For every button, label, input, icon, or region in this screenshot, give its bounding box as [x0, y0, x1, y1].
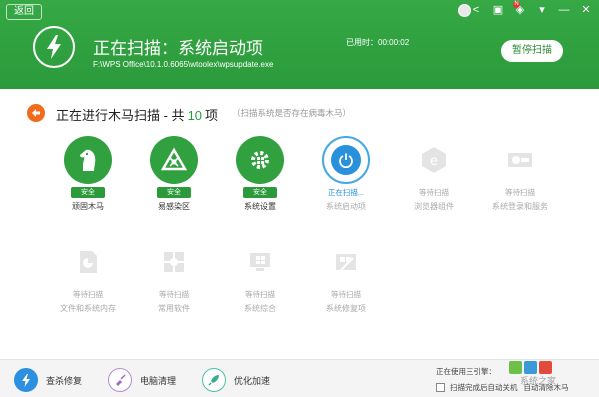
scan-path: F:\WPS Office\10.1.0.6065\wtoolex\wpsupd…	[93, 60, 274, 69]
minimize-icon[interactable]: —	[557, 3, 571, 17]
trojan-scan-icon	[27, 104, 45, 122]
status-badge: 安全	[243, 187, 277, 198]
scan-prefix: 正在进行木马扫描 - 共	[56, 108, 185, 123]
scan-suffix: 项	[205, 108, 219, 123]
tile-label: 顽固木马	[72, 202, 104, 211]
tile-system-general: 等待扫描 系统综合	[220, 238, 300, 334]
tile-label: 系统设置	[244, 202, 276, 211]
svg-text:e: e	[430, 154, 438, 169]
scan-summary: 正在进行木马扫描 - 共 10 项	[56, 105, 218, 124]
tile-files-memory: 等待扫描 文件和系统内存	[48, 238, 128, 334]
scan-header: 返回 N < ▣ ◈ ▾ — ✕ 正在扫描：系统启动项 F:\WPS Offic…	[0, 0, 599, 89]
tile-login-services: 等待扫描 系统登录和服务	[480, 136, 560, 232]
shutdown-label: 扫描完成后自动关机	[450, 383, 518, 392]
shutdown-checkbox[interactable]	[436, 383, 445, 392]
tile-label: 系统登录和服务	[492, 202, 548, 211]
tile-browser-components: e 等待扫描 浏览器组件	[394, 136, 474, 232]
engine-label: 正在使用三引擎：	[436, 367, 496, 376]
tile-stubborn-trojan: 安全 顽固木马	[48, 136, 128, 232]
menu-icon[interactable]: ▾	[535, 3, 549, 17]
tab-antivirus-repair[interactable]: 查杀修复	[14, 368, 82, 392]
login-service-icon	[496, 136, 544, 184]
status-text: 正在扫描...	[327, 188, 365, 197]
tab-optimize-speed[interactable]: 优化加速	[202, 368, 270, 392]
power-icon	[331, 145, 361, 175]
watermark: 系统之家	[520, 376, 557, 386]
tab-label: 查杀修复	[46, 375, 83, 386]
local-engine-icon[interactable]	[539, 361, 552, 374]
tile-label: 文件和系统内存	[60, 304, 116, 313]
tile-label: 系统综合	[244, 304, 276, 313]
status-text: 等待扫描	[331, 290, 361, 299]
file-memory-icon	[64, 238, 112, 286]
skin-icon[interactable]: ◈	[513, 3, 527, 17]
browser-icon: e	[410, 136, 458, 184]
qvm-engine-icon[interactable]	[524, 361, 537, 374]
tab-label: 优化加速	[234, 375, 271, 386]
tile-label: 常用软件	[158, 304, 190, 313]
elapsed-time: 已用时：00:00:02	[346, 38, 410, 47]
status-text: 等待扫描	[159, 290, 189, 299]
scan-title: 正在扫描：系统启动项	[93, 39, 263, 58]
scan-subtitle: （扫描系统是否存在病毒木马）	[232, 108, 352, 118]
tile-infection-zone: 安全 易感染区	[134, 136, 214, 232]
status-text: 等待扫描	[245, 290, 275, 299]
network-icon	[150, 136, 198, 184]
status-text: 等待扫描	[505, 188, 535, 197]
close-icon[interactable]: ✕	[579, 3, 593, 17]
window-controls: < ▣ ◈ ▾ — ✕	[469, 3, 593, 17]
tile-label: 易感染区	[158, 202, 190, 211]
bolt-icon	[14, 368, 38, 392]
tile-label: 系统修复项	[326, 304, 366, 313]
tile-system-settings: 安全 系统设置	[220, 136, 300, 232]
tab-label: 电脑清理	[140, 375, 177, 386]
scanning-ring	[322, 136, 370, 184]
tile-label: 系统启动项	[326, 202, 366, 211]
horse-icon	[64, 136, 112, 184]
software-icon	[150, 238, 198, 286]
tile-common-software: 等待扫描 常用软件	[134, 238, 214, 334]
engine-icons	[509, 361, 552, 374]
status-badge: 安全	[71, 187, 105, 198]
status-badge: 安全	[157, 187, 191, 198]
pause-scan-button[interactable]: 暂停扫描	[501, 40, 563, 62]
broom-icon	[108, 368, 132, 392]
gift-icon[interactable]: ▣	[491, 3, 505, 17]
gear-icon	[236, 136, 284, 184]
bolt-icon	[33, 26, 75, 68]
tile-label: 浏览器组件	[414, 202, 454, 211]
status-text: 等待扫描	[419, 188, 449, 197]
status-text: 等待扫描	[73, 290, 103, 299]
cloud-engine-icon[interactable]	[509, 361, 522, 374]
tab-pc-cleanup[interactable]: 电脑清理	[108, 368, 176, 392]
back-button[interactable]: 返回	[6, 4, 42, 20]
system-icon	[236, 238, 284, 286]
tile-system-repair: 等待扫描 系统修复项	[306, 238, 386, 334]
rocket-icon	[202, 368, 226, 392]
share-icon[interactable]: <	[469, 3, 483, 17]
tile-startup-items: 正在扫描... 系统启动项	[306, 136, 386, 232]
repair-icon	[322, 238, 370, 286]
scan-count: 10	[187, 108, 203, 123]
